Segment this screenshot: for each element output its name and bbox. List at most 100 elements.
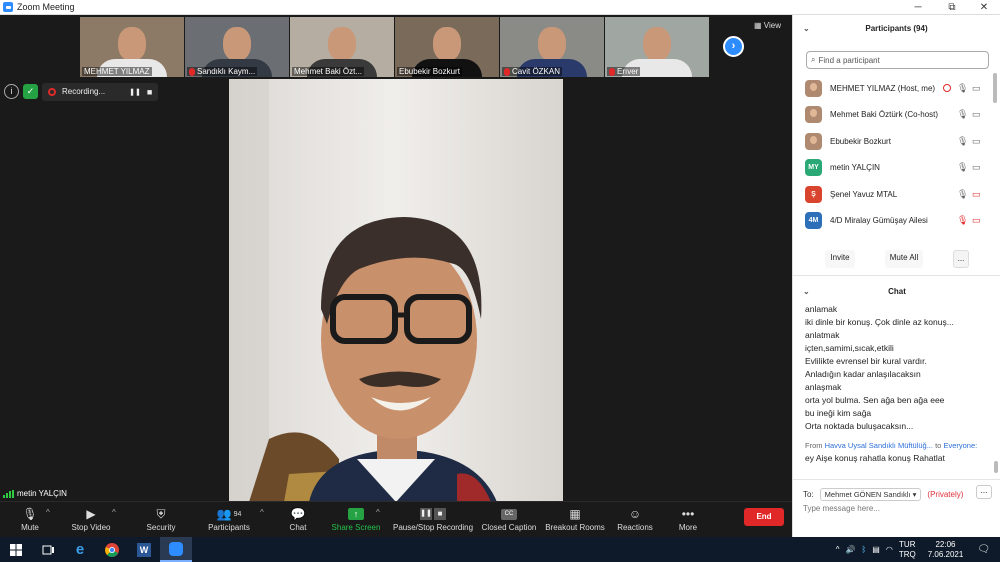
participant-face xyxy=(118,27,146,61)
chat-from-name[interactable]: Havva Uysal Sandıklı Müftülüğ... xyxy=(825,441,933,450)
restore-button[interactable]: ⧉ xyxy=(938,0,966,15)
security-button[interactable]: ⛨ Security xyxy=(140,506,182,536)
bluetooth-icon[interactable]: ᛒ xyxy=(861,545,866,554)
more-dots-icon: ••• xyxy=(681,507,695,521)
pause-recording-button[interactable]: ❚❚ xyxy=(129,88,141,96)
chat-message: anlatmak xyxy=(805,330,840,340)
panel-divider xyxy=(793,275,1000,276)
participants-list: MEHMET YILMAZ (Host, me) 🎙 ▭ Mehmet Baki Öz… xyxy=(793,75,993,234)
video-off-icon[interactable]: ▭ xyxy=(972,189,981,200)
active-speaker-video xyxy=(229,79,563,502)
speaker-video-frame xyxy=(229,79,563,502)
video-stage: MEHMET YILMAZ Sandıklı Kaym... Mehmet Baki… xyxy=(0,15,792,502)
input-language-indicator[interactable]: TUR TRQ xyxy=(899,540,916,560)
participants-more-button[interactable]: ... xyxy=(953,250,969,268)
grid-icon: ▦ xyxy=(754,21,762,30)
mute-button[interactable]: 🎙 Mute xyxy=(12,506,48,536)
end-meeting-button[interactable]: End xyxy=(744,508,784,526)
participant-avatar: 4M xyxy=(805,212,822,230)
participant-name: Şenel Yavuz MTAL xyxy=(830,189,898,199)
share-screen-button[interactable]: ↑ Share Screen xyxy=(330,506,382,536)
recipient-dropdown[interactable]: Mehmet GÖNEN Sandıklı ▾ xyxy=(819,488,922,501)
info-icon[interactable]: i xyxy=(4,84,19,99)
edge-browser-icon[interactable]: e xyxy=(64,537,96,562)
participant-row[interactable]: 4M 4/D Miralay Gümüşay Ailesi 🎙 ▭ xyxy=(793,208,993,235)
notification-icon[interactable]: 🗨 xyxy=(977,544,990,555)
stop-video-button[interactable]: ▶ Stop Video xyxy=(64,506,118,536)
chat-more-button[interactable]: ... xyxy=(976,485,992,499)
thumbnail-name-label: MEHMET YILMAZ xyxy=(82,67,152,76)
collapse-chevron-icon[interactable]: ⌄ xyxy=(803,287,810,296)
participant-row[interactable]: Mehmet Baki Öztürk (Co-host) 🎙 ▭ xyxy=(793,102,993,129)
view-button[interactable]: ▦ View xyxy=(754,21,781,30)
microphone-icon[interactable]: 🎙 xyxy=(957,109,968,120)
mute-all-button[interactable]: Mute All xyxy=(885,250,923,268)
show-hidden-icons-icon[interactable]: ^ xyxy=(836,545,840,554)
chat-label: Chat xyxy=(289,523,307,532)
chat-to-name: Everyone: xyxy=(943,441,978,450)
participant-row[interactable]: Ebubekir Bozkurt 🎙 ▭ xyxy=(793,128,993,155)
microphone-icon[interactable]: 🎙 xyxy=(957,136,968,147)
video-off-icon[interactable]: ▭ xyxy=(972,215,981,226)
participant-search-input[interactable]: ⌕ Find a participant xyxy=(806,51,989,69)
signal-bars-icon xyxy=(3,489,14,498)
invite-button[interactable]: Invite xyxy=(825,250,855,268)
thumbnail-name: Ebubekir Bozkurt xyxy=(399,67,460,76)
breakout-rooms-button[interactable]: ▦ Breakout Rooms xyxy=(545,506,605,536)
participant-thumbnail[interactable]: Erıver xyxy=(605,17,709,77)
next-page-button[interactable]: › xyxy=(723,36,744,57)
video-camera-icon[interactable]: ▭ xyxy=(972,109,981,120)
participant-row[interactable]: Ş Şenel Yavuz MTAL 🎙 ▭ xyxy=(793,181,993,208)
task-view-icon[interactable] xyxy=(32,537,64,562)
video-camera-icon[interactable]: ▭ xyxy=(972,162,981,173)
network-icon[interactable]: ▤ xyxy=(872,545,880,554)
volume-icon[interactable]: 🔊 xyxy=(845,545,855,554)
more-button[interactable]: ••• More xyxy=(673,506,703,536)
chat-scrollbar[interactable] xyxy=(994,461,998,473)
muted-mic-icon[interactable]: 🎙 xyxy=(957,215,968,226)
to-label: To: xyxy=(803,490,814,499)
zoom-taskbar-icon[interactable] xyxy=(160,537,192,562)
audio-options-caret[interactable]: ^ xyxy=(46,508,50,517)
minimize-button[interactable]: ─ xyxy=(904,0,932,15)
pause-stop-recording-button[interactable]: ❚❚ ■ Pause/Stop Recording xyxy=(393,506,473,536)
recording-label: Recording... xyxy=(62,87,106,96)
microphone-icon[interactable]: 🎙 xyxy=(957,162,968,173)
participant-avatar xyxy=(805,79,822,97)
recording-bar: i ✓ Recording... ❚❚ ■ xyxy=(4,82,159,101)
participant-thumbnail[interactable]: Ebubekir Bozkurt xyxy=(395,17,499,77)
share-options-caret[interactable]: ^ xyxy=(376,508,380,517)
close-button[interactable]: ✕ xyxy=(970,0,998,15)
reactions-label: Reactions xyxy=(617,523,653,532)
participants-options-caret[interactable]: ^ xyxy=(260,508,264,517)
video-camera-icon: ▶ xyxy=(86,507,96,521)
participant-thumbnail[interactable]: Mehmet Baki Özt... xyxy=(290,17,394,77)
participant-thumbnail[interactable]: Cavit ÖZKAN xyxy=(500,17,604,77)
wifi-icon[interactable]: ◠ xyxy=(886,545,893,554)
closed-caption-button[interactable]: CC Closed Caption xyxy=(481,506,537,536)
participant-row[interactable]: MY metin YALÇIN 🎙 ▭ xyxy=(793,155,993,182)
chat-button[interactable]: 💬 Chat xyxy=(283,506,313,536)
collapse-chevron-icon[interactable]: ⌄ xyxy=(803,24,810,33)
participant-thumbnail[interactable]: Sandıklı Kaym... xyxy=(185,17,289,77)
reactions-button[interactable]: ☺ Reactions xyxy=(615,506,655,536)
video-camera-icon[interactable]: ▭ xyxy=(972,136,981,147)
chrome-icon[interactable] xyxy=(96,537,128,562)
participants-button[interactable]: 👥 94 Participants xyxy=(203,506,255,536)
video-options-caret[interactable]: ^ xyxy=(112,508,116,517)
participants-scrollbar[interactable] xyxy=(993,73,997,103)
chat-message-input[interactable]: Type message here... xyxy=(803,504,880,513)
word-icon[interactable]: W xyxy=(128,537,160,562)
windows-start-icon[interactable] xyxy=(0,537,32,562)
chat-message: Evlilikte evrensel bir kural vardır. xyxy=(805,356,927,366)
keyboard-layout: TRQ xyxy=(898,549,916,559)
microphone-icon[interactable]: 🎙 xyxy=(957,189,968,200)
video-camera-icon[interactable]: ▭ xyxy=(972,83,981,94)
stop-recording-button[interactable]: ■ xyxy=(147,87,152,97)
participant-row[interactable]: MEHMET YILMAZ (Host, me) 🎙 ▭ xyxy=(793,75,993,102)
clock[interactable]: 22:06 7.06.2021 xyxy=(928,540,964,560)
encryption-shield-icon[interactable]: ✓ xyxy=(23,84,38,99)
pause-stop-icon: ❚❚ ■ xyxy=(393,506,473,522)
microphone-icon[interactable]: 🎙 xyxy=(957,83,968,94)
participant-thumbnail[interactable]: MEHMET YILMAZ xyxy=(80,17,184,77)
